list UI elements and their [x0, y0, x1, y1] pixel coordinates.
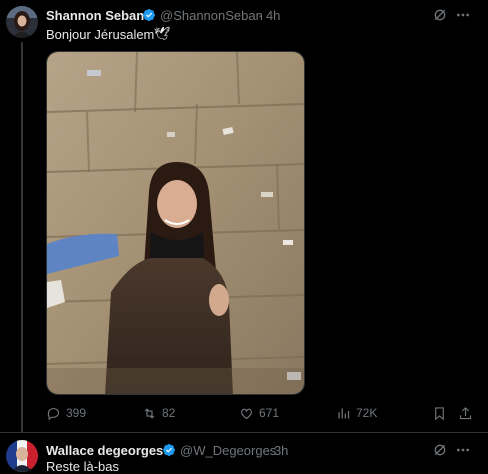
- author-handle[interactable]: @ShannonSeban: [160, 8, 263, 23]
- like-icon: [241, 408, 252, 419]
- views-icon: [338, 408, 350, 418]
- repost-button[interactable]: 82: [142, 404, 175, 422]
- reply-button[interactable]: 399: [46, 404, 86, 422]
- reply-count: 399: [66, 406, 87, 420]
- like-count: 671: [259, 406, 280, 420]
- reply-time[interactable]: · 3h: [266, 443, 288, 458]
- verified-badge-icon: [143, 9, 155, 21]
- share-button[interactable]: [458, 404, 478, 422]
- verified-badge-icon: [163, 444, 175, 456]
- grok-icon[interactable]: [432, 7, 448, 23]
- like-button[interactable]: 671: [239, 404, 279, 422]
- divider: [0, 432, 488, 433]
- reply-author-name[interactable]: Wallace degeorges: [46, 443, 163, 458]
- reply-text: Reste là-bas: [46, 459, 119, 474]
- grok-icon[interactable]: [432, 442, 448, 458]
- action-bar: 399 82 671 72K: [46, 404, 476, 422]
- views-button[interactable]: 72K: [336, 404, 377, 422]
- more-icon[interactable]: [455, 7, 471, 23]
- repost-count: 82: [162, 406, 176, 420]
- author-avatar[interactable]: [6, 6, 38, 38]
- share-icon: [459, 406, 472, 419]
- more-icon[interactable]: [455, 442, 471, 458]
- dove-emoji: 🕊: [154, 26, 171, 41]
- reply-author-handle[interactable]: @W_Degeorges: [180, 443, 276, 458]
- tweet-photo[interactable]: [46, 51, 305, 395]
- reply-author-avatar[interactable]: [6, 440, 38, 472]
- thread-line: [21, 42, 23, 432]
- tweet-text: Bonjour Jérusalem: [46, 27, 155, 42]
- author-name[interactable]: Shannon Seban: [46, 8, 144, 23]
- repost-icon: [144, 407, 155, 419]
- tweet-time[interactable]: · 4h: [258, 8, 280, 23]
- bookmark-icon: [435, 406, 444, 420]
- western-wall-photo: [47, 52, 304, 394]
- bookmark-button[interactable]: [432, 404, 452, 422]
- views-count: 72K: [356, 406, 378, 420]
- reply-icon: [47, 407, 60, 420]
